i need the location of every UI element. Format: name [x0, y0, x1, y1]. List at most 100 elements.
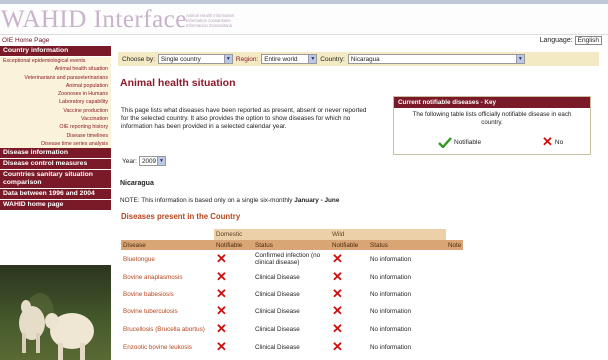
key-notifiable: Notifiable — [438, 137, 481, 148]
sidebar-item-vaccine-production[interactable]: Vaccine production — [0, 106, 111, 115]
wild-status: No information — [368, 269, 446, 287]
cross-icon: ✕ — [332, 269, 343, 284]
wild-status: No information — [368, 339, 446, 357]
sidebar-header-1996-2004[interactable]: Data between 1996 and 2004 — [0, 189, 111, 201]
diseases-table: Domestic Wild Disease Notifiable Status … — [121, 229, 464, 357]
chevron-down-icon: ▼ — [156, 157, 165, 165]
wahid-logo: WAHID Interface — [1, 6, 187, 33]
domestic-status: Clinical Disease — [253, 286, 330, 304]
key-description: The following table lists officially not… — [412, 111, 572, 126]
table-row: Enzootic bovine leukosis ✕ Clinical Dise… — [121, 339, 464, 357]
wild-status: No information — [368, 250, 446, 270]
sidebar-item-vaccination[interactable]: Vaccination — [0, 114, 111, 124]
sidebar-item-zoonoses[interactable]: Zoonoses in Humans — [0, 90, 111, 99]
wild-status: No information — [368, 320, 446, 340]
disease-link[interactable]: Bluetongue — [123, 256, 155, 263]
table-row: Bovine babesiosis ✕ Clinical Disease ✕ N… — [121, 286, 464, 304]
cattle-illustration — [19, 293, 94, 360]
sidebar-item-reporting-history[interactable]: OIE reporting history — [0, 123, 111, 132]
wild-status: No information — [368, 303, 446, 321]
sidebar-item-animal-health-situation[interactable]: Animal health situation — [0, 65, 111, 74]
sidebar-item-disease-timelines[interactable]: Disease timelines — [0, 131, 111, 140]
cross-icon: ✕ — [216, 321, 227, 336]
country-heading: Nicaragua — [120, 180, 154, 187]
disease-link[interactable]: Bovine babesiosis — [123, 291, 174, 298]
sidebar-item-time-series[interactable]: Disease time series analysis — [0, 139, 111, 149]
intro-text: This page lists what diseases have been … — [121, 107, 367, 130]
column-wild-notifiable: Notifiable — [330, 240, 368, 250]
country-label: Country: — [320, 55, 345, 63]
domestic-status: Clinical Disease — [253, 339, 330, 357]
oie-home-link[interactable]: OIE Home Page — [2, 37, 49, 44]
year-selector: Year: 2009 ▼ — [122, 156, 166, 166]
choose-by-dropdown[interactable]: Single country ▼ — [157, 54, 233, 64]
region-dropdown[interactable]: Entire world ▼ — [261, 54, 318, 64]
sidebar-item-exceptional-events[interactable]: Exceptional epidemiological events — [0, 57, 111, 66]
disease-link[interactable]: Enzootic bovine leukosis — [123, 344, 192, 351]
region-label: Region: — [235, 55, 259, 63]
column-note: Note — [446, 240, 464, 250]
checkmark-icon — [438, 137, 452, 148]
domestic-status: Clinical Disease — [253, 303, 330, 321]
column-disease: Disease — [121, 240, 214, 250]
year-label: Year: — [122, 157, 137, 165]
disease-link[interactable]: Bovine tuberculosis — [123, 308, 178, 315]
country-dropdown[interactable]: Nicaragua ▼ — [347, 54, 525, 64]
chevron-down-icon: ▼ — [308, 55, 317, 63]
logo-subtitle: Animal Health Information Information zo… — [186, 13, 235, 28]
table-row: Bluetongue ✕ Confirmed infection (no cli… — [121, 250, 464, 270]
sidebar-item-veterinarians[interactable]: Veterinarians and paraveterinarians — [0, 73, 111, 82]
key-header: Current notifiable diseases - Key — [394, 97, 590, 108]
sidebar: Country information Exceptional epidemio… — [0, 46, 111, 360]
column-domestic-status: Status — [253, 240, 330, 250]
disease-link[interactable]: Brucellosis (Brucella abortus) — [123, 326, 205, 333]
group-domestic: Domestic — [214, 229, 330, 240]
sidebar-header-wahid-home[interactable]: WAHID home page — [0, 200, 111, 212]
sidebar-header-sanitary-comparison[interactable]: Countries sanitary situation comparison — [0, 170, 111, 190]
cross-icon: ✕ — [216, 269, 227, 284]
table-row: Bovine anaplasmosis ✕ Clinical Disease ✕… — [121, 269, 464, 287]
cross-icon: ✕ — [216, 303, 227, 318]
cattle-photo — [0, 265, 111, 360]
cross-icon: ✕ — [332, 321, 343, 336]
cross-icon: ✕ — [542, 134, 553, 149]
filter-bar: Choose by: Single country ▼ Region: Entir… — [118, 52, 599, 66]
note-text: NOTE: This information is based only on … — [120, 197, 340, 204]
table-row: Bovine tuberculosis ✕ Clinical Disease ✕… — [121, 303, 464, 321]
domestic-status: Clinical Disease — [253, 269, 330, 287]
sidebar-header-disease-control[interactable]: Disease control measures — [0, 159, 111, 171]
cross-icon: ✕ — [332, 339, 343, 354]
table-column-header: Disease Notifiable Status Notifiable Sta… — [121, 240, 464, 250]
cross-icon: ✕ — [332, 303, 343, 318]
domestic-status: Confirmed infection (no clinical disease… — [253, 250, 330, 270]
choose-by-label: Choose by: — [122, 55, 155, 63]
chevron-down-icon: ▼ — [223, 55, 232, 63]
sidebar-item-animal-population[interactable]: Animal population — [0, 81, 111, 91]
key-no: ✕ No — [542, 134, 564, 149]
cross-icon: ✕ — [216, 339, 227, 354]
language-selector: Language: English — [540, 36, 602, 45]
chevron-down-icon: ▼ — [515, 55, 524, 63]
language-dropdown[interactable]: English — [574, 36, 602, 45]
year-dropdown[interactable]: 2009 ▼ — [138, 156, 166, 166]
sidebar-header-country-information[interactable]: Country information — [0, 46, 111, 57]
cross-icon: ✕ — [332, 286, 343, 301]
notifiable-key-box: Current notifiable diseases - Key The fo… — [393, 96, 591, 155]
table-row: Brucellosis (Brucella abortus) ✕ Clinica… — [121, 320, 464, 340]
section-title: Diseases present in the Country — [121, 212, 241, 221]
wahid-banner: WAHID Interface Animal Health Informatio… — [0, 4, 608, 35]
cross-icon: ✕ — [216, 286, 227, 301]
cross-icon: ✕ — [332, 250, 343, 266]
table-group-header: Domestic Wild — [121, 229, 464, 240]
column-domestic-notifiable: Notifiable — [214, 240, 253, 250]
language-label: Language: — [539, 37, 573, 44]
disease-link[interactable]: Bovine anaplasmosis — [123, 274, 183, 281]
sidebar-header-disease-information[interactable]: Disease information — [0, 148, 111, 160]
sidebar-item-laboratory-capability[interactable]: Laboratory capability — [0, 98, 111, 107]
page-title: Animal health situation — [120, 77, 236, 89]
column-wild-status: Status — [368, 240, 446, 250]
domestic-status: Clinical Disease — [253, 320, 330, 340]
cross-icon: ✕ — [216, 250, 227, 266]
wild-status: No information — [368, 286, 446, 304]
group-wild: Wild — [330, 229, 446, 240]
